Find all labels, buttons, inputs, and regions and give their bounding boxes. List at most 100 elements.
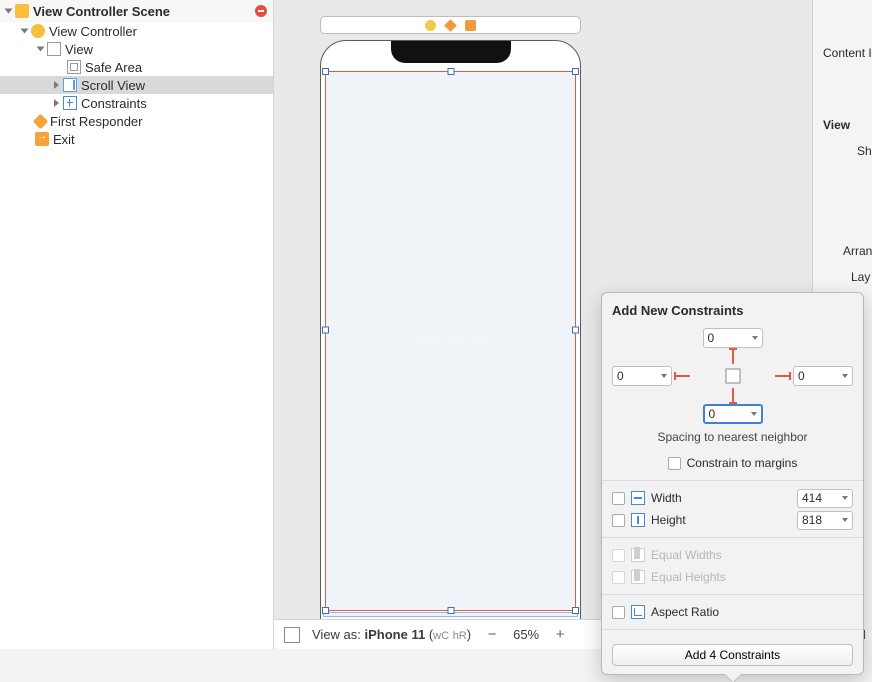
equal-heights-icon bbox=[631, 570, 645, 584]
outline-view[interactable]: View bbox=[0, 40, 273, 58]
device-notch bbox=[391, 41, 511, 63]
disclosure-icon[interactable] bbox=[54, 81, 59, 89]
pin-diagram: 0 0 0 0 bbox=[612, 328, 853, 424]
firstresponder-icon bbox=[33, 113, 49, 129]
width-label: Width bbox=[651, 491, 682, 505]
chevron-down-icon[interactable] bbox=[661, 374, 667, 378]
resize-handle[interactable] bbox=[572, 607, 579, 614]
exit-icon bbox=[35, 132, 49, 146]
equal-heights-label: Equal Heights bbox=[651, 570, 726, 584]
resize-handle[interactable] bbox=[572, 327, 579, 334]
bottom-spacing-input[interactable]: 0 bbox=[703, 404, 763, 424]
firstresponder-label: First Responder bbox=[50, 114, 142, 129]
leading-strut[interactable] bbox=[676, 375, 690, 377]
leading-spacing-input[interactable]: 0 bbox=[612, 366, 672, 386]
safearea-icon bbox=[67, 60, 81, 74]
aspect-ratio-label: Aspect Ratio bbox=[651, 605, 719, 619]
trailing-spacing-input[interactable]: 0 bbox=[793, 366, 853, 386]
firstresponder-dock-icon[interactable] bbox=[444, 19, 457, 32]
height-icon bbox=[631, 513, 645, 527]
chevron-down-icon[interactable] bbox=[751, 412, 757, 416]
safearea-label: Safe Area bbox=[85, 60, 142, 75]
chevron-down-icon[interactable] bbox=[842, 374, 848, 378]
document-outline: View Controller Scene View Controller Vi… bbox=[0, 0, 274, 649]
scrollview-icon bbox=[63, 78, 77, 92]
exit-dock-icon[interactable] bbox=[465, 20, 476, 31]
equal-heights-checkbox bbox=[612, 571, 625, 584]
zoom-level[interactable]: 65% bbox=[513, 627, 539, 642]
bottom-strut[interactable] bbox=[732, 388, 734, 402]
chevron-down-icon[interactable] bbox=[842, 518, 848, 522]
resize-handle[interactable] bbox=[322, 607, 329, 614]
view-label: View bbox=[65, 42, 93, 57]
chevron-down-icon[interactable] bbox=[752, 336, 758, 340]
disclosure-icon[interactable] bbox=[21, 29, 29, 34]
height-field[interactable]: 818 bbox=[797, 511, 853, 530]
vc-dock-icon[interactable] bbox=[425, 20, 436, 31]
outline-firstresponder[interactable]: First Responder bbox=[0, 112, 273, 130]
outline-scrollview[interactable]: Scroll View bbox=[0, 76, 273, 94]
device-frame[interactable]: UIScrollView bbox=[320, 40, 581, 619]
width-icon bbox=[631, 491, 645, 505]
constrain-margins-row[interactable]: Constrain to margins bbox=[612, 452, 853, 474]
width-field[interactable]: 414 bbox=[797, 489, 853, 508]
width-checkbox[interactable] bbox=[612, 492, 625, 505]
error-indicator-icon[interactable] bbox=[255, 5, 267, 17]
top-strut[interactable] bbox=[732, 350, 734, 364]
disclosure-icon[interactable] bbox=[37, 47, 45, 52]
resize-handle[interactable] bbox=[322, 68, 329, 75]
outline-scene[interactable]: View Controller Scene bbox=[0, 0, 273, 22]
scrollview-label: Scroll View bbox=[81, 78, 145, 93]
add-constraints-button[interactable]: Add 4 Constraints bbox=[612, 644, 853, 666]
inspector-arrange-label: Arran bbox=[843, 244, 872, 258]
resize-handle[interactable] bbox=[322, 327, 329, 334]
pin-center-box bbox=[725, 369, 740, 384]
outline-constraints[interactable]: Constraints bbox=[0, 94, 273, 112]
selected-scrollview[interactable]: UIScrollView bbox=[325, 71, 576, 611]
resize-handle[interactable] bbox=[447, 607, 454, 614]
popover-title: Add New Constraints bbox=[612, 303, 853, 318]
equal-widths-row: Equal Widths bbox=[612, 544, 853, 566]
inspector-layout-label: Lay bbox=[851, 270, 870, 284]
view-icon bbox=[47, 42, 61, 56]
equal-widths-icon bbox=[631, 548, 645, 562]
viewcontroller-icon bbox=[31, 24, 45, 38]
disclosure-icon[interactable] bbox=[54, 99, 59, 107]
equal-widths-checkbox bbox=[612, 549, 625, 562]
scene-dock[interactable] bbox=[320, 16, 581, 34]
outline-exit[interactable]: Exit bbox=[0, 130, 273, 148]
scene-icon bbox=[15, 4, 29, 18]
trailing-strut[interactable] bbox=[775, 375, 789, 377]
constraints-icon bbox=[63, 96, 77, 110]
height-checkbox[interactable] bbox=[612, 514, 625, 527]
height-row: Height 818 bbox=[612, 509, 853, 531]
inspector-show-label: Sh bbox=[857, 144, 872, 158]
width-row: Width 414 bbox=[612, 487, 853, 509]
constraints-label: Constraints bbox=[81, 96, 147, 111]
constrain-margins-label: Constrain to margins bbox=[687, 456, 798, 470]
aspect-ratio-icon bbox=[631, 605, 645, 619]
constrain-margins-checkbox[interactable] bbox=[668, 457, 681, 470]
vc-label: View Controller bbox=[49, 24, 137, 39]
selection-overlay-label: UIScrollView bbox=[413, 335, 487, 347]
zoom-out-button[interactable]: − bbox=[483, 626, 501, 644]
height-label: Height bbox=[651, 513, 686, 527]
chevron-down-icon[interactable] bbox=[842, 496, 848, 500]
outline-safearea[interactable]: Safe Area bbox=[0, 58, 273, 76]
resize-handle[interactable] bbox=[447, 68, 454, 75]
equal-heights-row: Equal Heights bbox=[612, 566, 853, 588]
disclosure-icon[interactable] bbox=[5, 9, 13, 14]
device-config-icon[interactable] bbox=[284, 627, 300, 643]
zoom-in-button[interactable]: + bbox=[551, 626, 569, 644]
spacing-neighbor-label: Spacing to nearest neighbor bbox=[612, 430, 853, 444]
outline-viewcontroller[interactable]: View Controller bbox=[0, 22, 273, 40]
top-spacing-input[interactable]: 0 bbox=[703, 328, 763, 348]
add-constraints-popover: Add New Constraints 0 0 0 0 Spacing to n… bbox=[601, 292, 864, 675]
resize-handle[interactable] bbox=[572, 68, 579, 75]
aspect-ratio-checkbox[interactable] bbox=[612, 606, 625, 619]
viewas-label[interactable]: View as: iPhone 11 (wC hR) bbox=[312, 627, 471, 642]
aspect-ratio-row: Aspect Ratio bbox=[612, 601, 853, 623]
exit-label: Exit bbox=[53, 132, 75, 147]
popover-tail bbox=[725, 674, 741, 682]
scene-label: View Controller Scene bbox=[33, 4, 170, 19]
